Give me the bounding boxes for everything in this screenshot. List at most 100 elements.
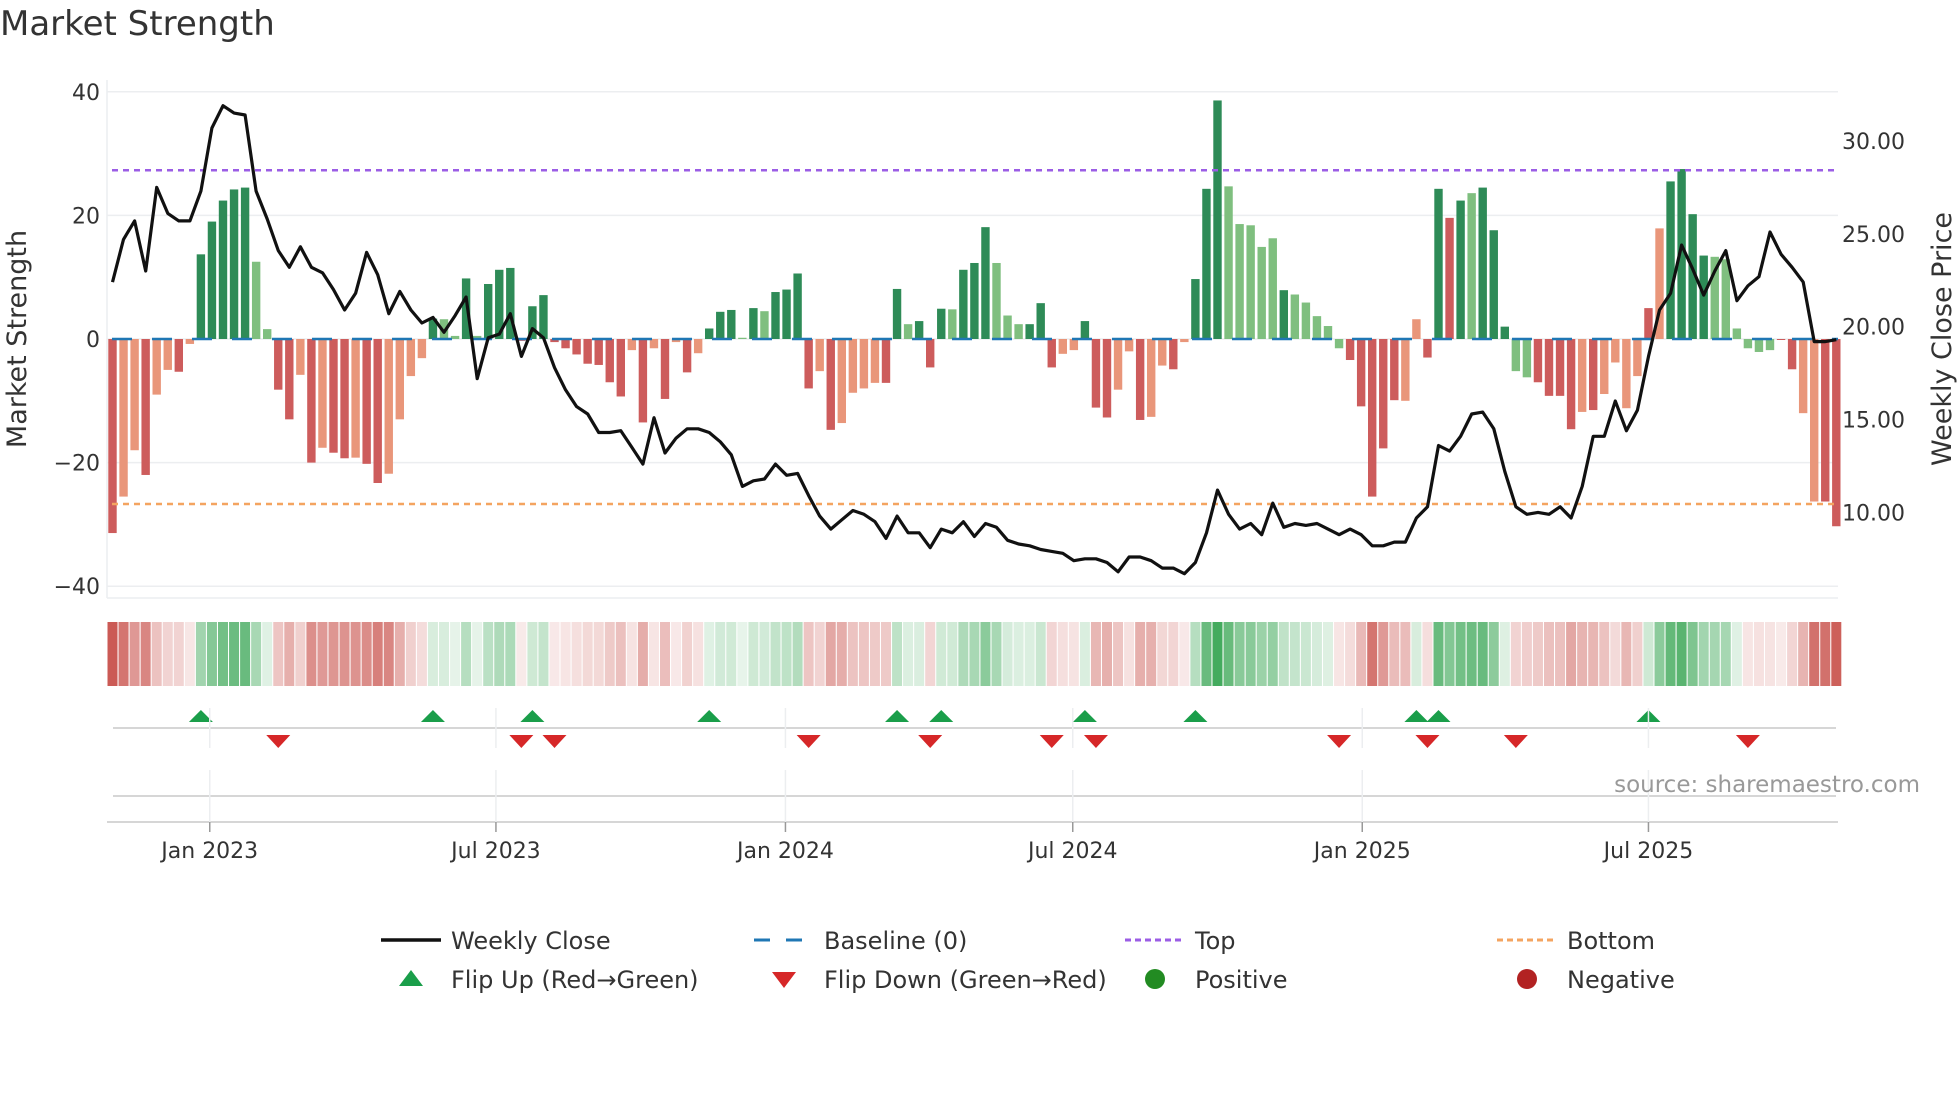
strength-strip-cell xyxy=(1090,622,1101,686)
strength-strip-cell xyxy=(527,622,538,686)
strength-bar xyxy=(1014,324,1023,339)
strength-strip-cell xyxy=(1367,622,1378,686)
strength-strip-cell xyxy=(1588,622,1599,686)
strength-strip-cell xyxy=(262,622,273,686)
strength-bar xyxy=(1478,187,1487,339)
strength-bar xyxy=(1257,246,1266,339)
strength-strip-cell xyxy=(1234,622,1245,686)
strength-bar xyxy=(1489,230,1498,339)
strength-strip-cell xyxy=(306,622,317,686)
strength-bar xyxy=(484,283,493,339)
strength-strip-cell xyxy=(1621,622,1632,686)
strength-bar xyxy=(1600,339,1609,395)
strength-bar xyxy=(1301,302,1311,339)
strength-strip-cell xyxy=(1278,622,1289,686)
strength-strip-cell xyxy=(704,622,715,686)
strength-strip-cell xyxy=(1798,622,1809,686)
triangle-down-icon xyxy=(772,972,796,988)
strength-bar xyxy=(1544,339,1554,396)
strength-strip-cell xyxy=(129,622,140,686)
flip-up-marker xyxy=(1072,710,1097,722)
strength-bar xyxy=(561,339,570,349)
strength-bar xyxy=(627,339,637,351)
strength-strip-cell xyxy=(726,622,737,686)
legend-item: Positive xyxy=(1145,966,1288,994)
strength-strip-cell xyxy=(1610,622,1621,686)
circle-icon xyxy=(1145,969,1165,989)
flip-up-marker xyxy=(929,710,954,722)
strength-strip-cell xyxy=(494,622,505,686)
strength-bar xyxy=(1776,339,1786,340)
strength-bar xyxy=(1787,339,1797,370)
strength-bar xyxy=(616,339,625,397)
strength-bar xyxy=(1356,339,1366,407)
strength-bar xyxy=(174,339,183,372)
strength-bar xyxy=(1036,303,1045,339)
strength-bar xyxy=(1511,339,1521,372)
strength-bar xyxy=(738,337,747,339)
strength-bar xyxy=(1577,339,1587,412)
strength-strip-cell xyxy=(947,622,958,686)
strength-strip-cell xyxy=(240,622,251,686)
strength-bar xyxy=(229,189,239,339)
strength-bar xyxy=(1765,339,1775,351)
legend-item: Baseline (0) xyxy=(754,927,967,955)
flip-down-marker xyxy=(1039,735,1064,748)
strength-strip-cell xyxy=(825,622,836,686)
x-tick-label: Jan 2023 xyxy=(159,839,258,864)
strength-bar xyxy=(1533,339,1543,383)
strength-bar xyxy=(1798,339,1808,414)
strength-bar xyxy=(1312,316,1322,339)
strength-strip-cell xyxy=(1422,622,1433,686)
y2-axis-label: Weekly Close Price xyxy=(1927,212,1958,466)
strength-bar xyxy=(1412,319,1421,339)
strength-strip-cell xyxy=(206,622,217,686)
strength-strip-cell xyxy=(1168,622,1179,686)
strength-strip-cell xyxy=(350,622,361,686)
strength-strip-cell xyxy=(1665,622,1676,686)
strength-strip-cell xyxy=(1731,622,1742,686)
strength-strip-cell xyxy=(1433,622,1444,686)
strength-bar xyxy=(870,339,880,383)
y-tick-label: 40 xyxy=(72,81,100,106)
strength-strip-cell xyxy=(1334,622,1345,686)
strength-bar xyxy=(318,339,327,448)
x-tick-label: Jan 2025 xyxy=(1312,839,1411,864)
legend-item: Bottom xyxy=(1497,927,1655,955)
strength-strip-cell xyxy=(1113,622,1124,686)
strength-strip-cell xyxy=(836,622,847,686)
strength-bar xyxy=(992,262,1001,339)
strength-bar xyxy=(981,227,990,339)
strength-strip-cell xyxy=(549,622,560,686)
strength-bar xyxy=(1334,339,1344,349)
flip-down-marker xyxy=(1735,735,1760,748)
strength-strip-cell xyxy=(173,622,184,686)
flip-up-marker xyxy=(1183,710,1208,722)
strength-bar xyxy=(1832,339,1841,527)
strength-bar xyxy=(826,339,835,430)
strength-bar xyxy=(1279,290,1288,339)
strength-bar xyxy=(1666,181,1675,339)
strength-strip-cell xyxy=(1599,622,1610,686)
strength-strip-cell xyxy=(1499,622,1510,686)
strength-strip-cell xyxy=(1356,622,1367,686)
strength-strip-cell xyxy=(1024,622,1035,686)
strength-bar xyxy=(1268,238,1277,339)
strength-strip-cell xyxy=(538,622,549,686)
strength-bar xyxy=(296,339,305,375)
strength-strip-cell xyxy=(251,622,262,686)
strength-bar xyxy=(1091,339,1101,408)
strength-strip-cell xyxy=(140,622,151,686)
strength-bar xyxy=(793,273,802,339)
strength-bar xyxy=(263,329,272,339)
flip-up-marker xyxy=(420,710,445,722)
strength-strip-cell xyxy=(505,622,516,686)
y-tick-label: 0 xyxy=(86,328,100,353)
strength-strip-cell xyxy=(1532,622,1543,686)
triangle-up-icon xyxy=(399,970,423,986)
strength-strip-cell xyxy=(229,622,240,686)
strength-bar xyxy=(1323,326,1333,339)
strength-bar xyxy=(1135,339,1145,420)
strength-strip-cell xyxy=(1455,622,1466,686)
strength-bar xyxy=(804,339,813,389)
